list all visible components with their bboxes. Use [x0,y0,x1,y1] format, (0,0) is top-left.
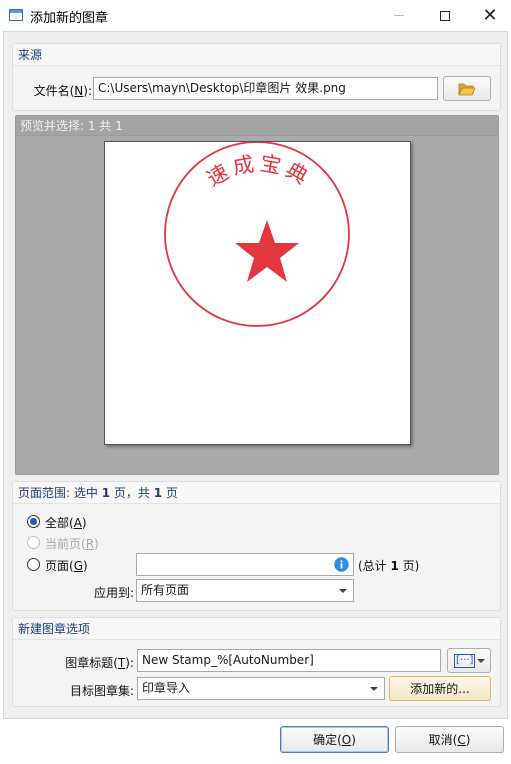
apply-to-dropdown[interactable]: 所有页面 [136,579,354,602]
ok-button[interactable]: 确定(O) [280,726,389,753]
pages-label[interactable]: 页面(G) [45,557,88,574]
dialog-body: 来源 文件名(N): C:\Users\mayn\Desktop\印章图片 效果… [3,31,508,719]
pages-input[interactable] [136,553,354,576]
radio-pages[interactable] [27,558,40,571]
target-stamp-set-label: 目标图章集: [69,684,134,698]
maximize-button[interactable] [422,0,468,31]
window-title: 添加新的图章 [30,11,109,26]
preview-panel: 预览并选择: 1 共 1 速成宝典 [15,115,499,475]
apply-to-label: 应用到: [93,586,134,600]
browse-button[interactable] [443,76,491,101]
file-name-input[interactable]: C:\Users\mayn\Desktop\印章图片 效果.png [93,77,438,100]
cancel-button[interactable]: 取消(C) [395,726,504,753]
info-icon[interactable] [334,557,349,572]
stamp-arc-text: 速成宝典 [203,151,315,191]
close-icon: ✕ [482,5,498,26]
chevron-down-icon [477,659,485,663]
radio-current-page[interactable] [27,536,40,549]
macro-icon: [···] [454,653,476,668]
file-name-label: 文件名(N): [33,84,92,98]
maximize-icon [440,10,450,21]
target-stamp-set-dropdown[interactable]: 印章导入 [137,677,385,700]
radio-all-pages[interactable] [27,515,40,528]
stamp-title-label: 图章标题(T): [65,656,134,670]
stamp-image: 速成宝典 [164,141,350,327]
add-new-stamp-set-button[interactable]: 添加新的... [389,676,491,701]
pages-total-label: (总计 1 页) [358,559,420,573]
minimize-button[interactable] [376,0,422,31]
stamp-star [235,220,299,282]
new-stamp-header: 新建图章选项 [13,618,500,640]
preview-page[interactable]: 速成宝典 [104,141,411,445]
stamp-title-input[interactable]: New Stamp_%[AutoNumber] [137,649,441,672]
minimize-icon [394,15,404,16]
page-range-header: 页面范围: 选中 1 页，共 1 页 [13,482,500,504]
all-pages-label[interactable]: 全部(A) [45,514,87,531]
title-bar: 添加新的图章 ✕ [0,0,511,31]
source-header: 来源 [13,44,500,66]
folder-open-icon [458,83,476,95]
app-window-icon [9,9,23,21]
insert-macro-button[interactable]: [···] [447,648,491,673]
preview-header: 预览并选择: 1 共 1 [16,116,498,136]
current-page-label[interactable]: 当前页(R) [45,535,99,552]
close-button[interactable]: ✕ [467,0,511,31]
